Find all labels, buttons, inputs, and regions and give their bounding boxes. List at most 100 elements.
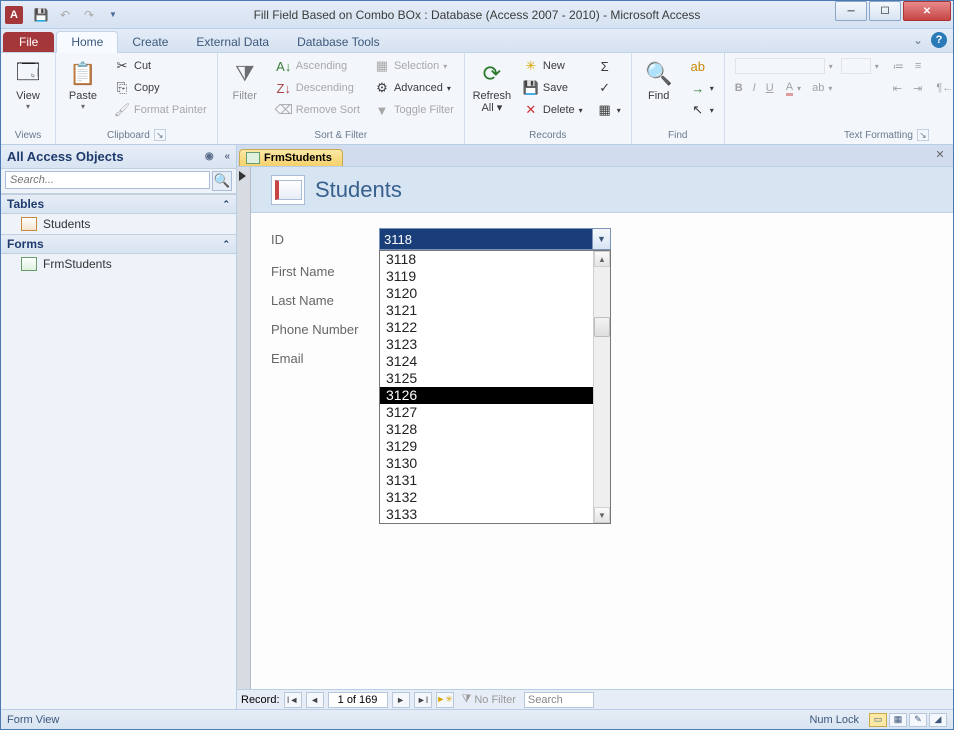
paste-button[interactable]: 📋 Paste ▾	[62, 56, 104, 113]
save-record-button[interactable]: 💾Save	[519, 78, 587, 98]
sort-asc-button[interactable]: A↓Ascending	[272, 56, 364, 76]
totals-button[interactable]: Σ	[593, 56, 625, 76]
view-button[interactable]: 🗔 View ▾	[7, 56, 49, 113]
nav-group-tables[interactable]: Tables⌃	[1, 194, 236, 214]
indent-inc-button[interactable]: ⇥	[913, 82, 922, 95]
scroll-up-button[interactable]: ▲	[594, 251, 610, 267]
indent-dec-button[interactable]: ⇤	[893, 82, 902, 95]
refresh-all-button[interactable]: ⟳ Refresh All ▾	[471, 56, 513, 116]
combo-item[interactable]: 3121	[380, 302, 593, 319]
bullets-button[interactable]: ≔	[893, 60, 904, 73]
goto-button[interactable]: →▾	[686, 78, 718, 98]
save-icon[interactable]: 💾	[31, 5, 51, 25]
cut-button[interactable]: ✂Cut	[110, 56, 211, 76]
next-record-button[interactable]: ►	[392, 692, 410, 708]
text-launcher[interactable]: ↘	[917, 129, 929, 141]
first-record-button[interactable]: I◄	[284, 692, 302, 708]
combo-item[interactable]: 3132	[380, 489, 593, 506]
select-button[interactable]: ↖▾	[686, 100, 718, 120]
combo-item[interactable]: 3125	[380, 370, 593, 387]
font-color-button[interactable]: A	[786, 81, 793, 96]
last-record-button[interactable]: ►I	[414, 692, 432, 708]
spelling-button[interactable]: ✓	[593, 78, 625, 98]
design-view-button[interactable]: ◢	[929, 713, 947, 727]
combo-item[interactable]: 3133	[380, 506, 593, 523]
redo-icon[interactable]: ↷	[79, 5, 99, 25]
tab-home[interactable]: Home	[56, 31, 118, 53]
nav-header[interactable]: All Access Objects ◉ «	[1, 145, 236, 169]
delete-record-button[interactable]: ✕Delete ▾	[519, 100, 587, 120]
nav-group-forms[interactable]: Forms⌃	[1, 234, 236, 254]
nav-search-input[interactable]	[5, 171, 210, 189]
find-button[interactable]: 🔍 Find	[638, 56, 680, 104]
record-search-input[interactable]	[524, 692, 594, 708]
minimize-button[interactable]: ─	[835, 1, 867, 21]
combo-item[interactable]: 3122	[380, 319, 593, 336]
id-combo-input[interactable]	[380, 229, 592, 249]
qat-dropdown-icon[interactable]: ▼	[103, 5, 123, 25]
maximize-button[interactable]: ☐	[869, 1, 901, 21]
combo-item[interactable]: 3130	[380, 455, 593, 472]
record-counter[interactable]: 1 of 169	[328, 692, 388, 708]
tab-create[interactable]: Create	[118, 32, 182, 52]
combo-scrollbar[interactable]: ▲ ▼	[593, 251, 610, 523]
nav-collapse-icon[interactable]: «	[224, 151, 230, 162]
combo-item[interactable]: 3126	[380, 387, 593, 404]
scroll-track[interactable]	[594, 267, 610, 507]
nav-filter-icon[interactable]: ◉	[205, 151, 214, 162]
remove-sort-button[interactable]: ⌫Remove Sort	[272, 100, 364, 120]
more-button[interactable]: ▦▾	[593, 100, 625, 120]
new-record-button[interactable]: ✳New	[519, 56, 587, 76]
nav-search-button[interactable]: 🔍	[212, 171, 232, 191]
combo-item[interactable]: 3123	[380, 336, 593, 353]
combo-item[interactable]: 3131	[380, 472, 593, 489]
combo-item[interactable]: 3129	[380, 438, 593, 455]
scroll-thumb[interactable]	[594, 317, 610, 337]
replace-button[interactable]: ab	[686, 56, 718, 76]
combo-item[interactable]: 3119	[380, 268, 593, 285]
nav-item-students-table[interactable]: Students	[1, 214, 236, 234]
minimize-ribbon-icon[interactable]: ⌄	[913, 33, 923, 47]
nav-item-frmstudents-form[interactable]: FrmStudents	[1, 254, 236, 274]
combo-dropdown-button[interactable]: ▼	[592, 229, 610, 249]
prev-record-button[interactable]: ◄	[306, 692, 324, 708]
format-painter-button[interactable]: 🖌Format Painter	[110, 100, 211, 120]
record-selector[interactable]	[237, 167, 251, 709]
sort-desc-button[interactable]: Z↓Descending	[272, 78, 364, 98]
form-view-button[interactable]: ▭	[869, 713, 887, 727]
layout-view-button[interactable]: ✎	[909, 713, 927, 727]
replace-icon: ab	[690, 58, 706, 74]
id-combo-box[interactable]: ▼	[379, 228, 611, 250]
font-family-select[interactable]: ▾▾	[731, 56, 883, 76]
group-views: 🗔 View ▾ Views	[1, 53, 56, 144]
italic-button[interactable]: I	[753, 82, 756, 94]
toggle-filter-button[interactable]: ▼Toggle Filter	[370, 100, 458, 120]
undo-icon[interactable]: ↶	[55, 5, 75, 25]
combo-item[interactable]: 3118	[380, 251, 593, 268]
tab-database-tools[interactable]: Database Tools	[283, 32, 394, 52]
combo-item[interactable]: 3124	[380, 353, 593, 370]
numbering-button[interactable]: ≡	[915, 60, 921, 72]
help-icon[interactable]: ?	[931, 32, 947, 48]
clipboard-launcher[interactable]: ↘	[154, 129, 166, 141]
datasheet-view-button[interactable]: ▦	[889, 713, 907, 727]
underline-button[interactable]: U	[766, 82, 774, 94]
document-close-button[interactable]: ✕	[933, 148, 947, 162]
file-tab[interactable]: File	[3, 32, 54, 52]
combo-item[interactable]: 3128	[380, 421, 593, 438]
new-record-nav-button[interactable]: ►✳	[436, 692, 454, 708]
document-tab-frmstudents[interactable]: FrmStudents	[239, 149, 343, 166]
close-button[interactable]: ✕	[903, 1, 951, 21]
filter-button[interactable]: ⧩ Filter	[224, 56, 266, 104]
selection-button[interactable]: ▦Selection ▾	[370, 56, 458, 76]
form-icon	[246, 152, 260, 164]
ltr-button[interactable]: ¶←	[936, 82, 953, 94]
highlight-button[interactable]: ab	[812, 82, 824, 94]
combo-item[interactable]: 3127	[380, 404, 593, 421]
combo-item[interactable]: 3120	[380, 285, 593, 302]
scroll-down-button[interactable]: ▼	[594, 507, 610, 523]
bold-button[interactable]: B	[735, 82, 743, 94]
advanced-button[interactable]: ⚙Advanced ▾	[370, 78, 458, 98]
copy-button[interactable]: ⎘Copy	[110, 78, 211, 98]
tab-external-data[interactable]: External Data	[182, 32, 283, 52]
